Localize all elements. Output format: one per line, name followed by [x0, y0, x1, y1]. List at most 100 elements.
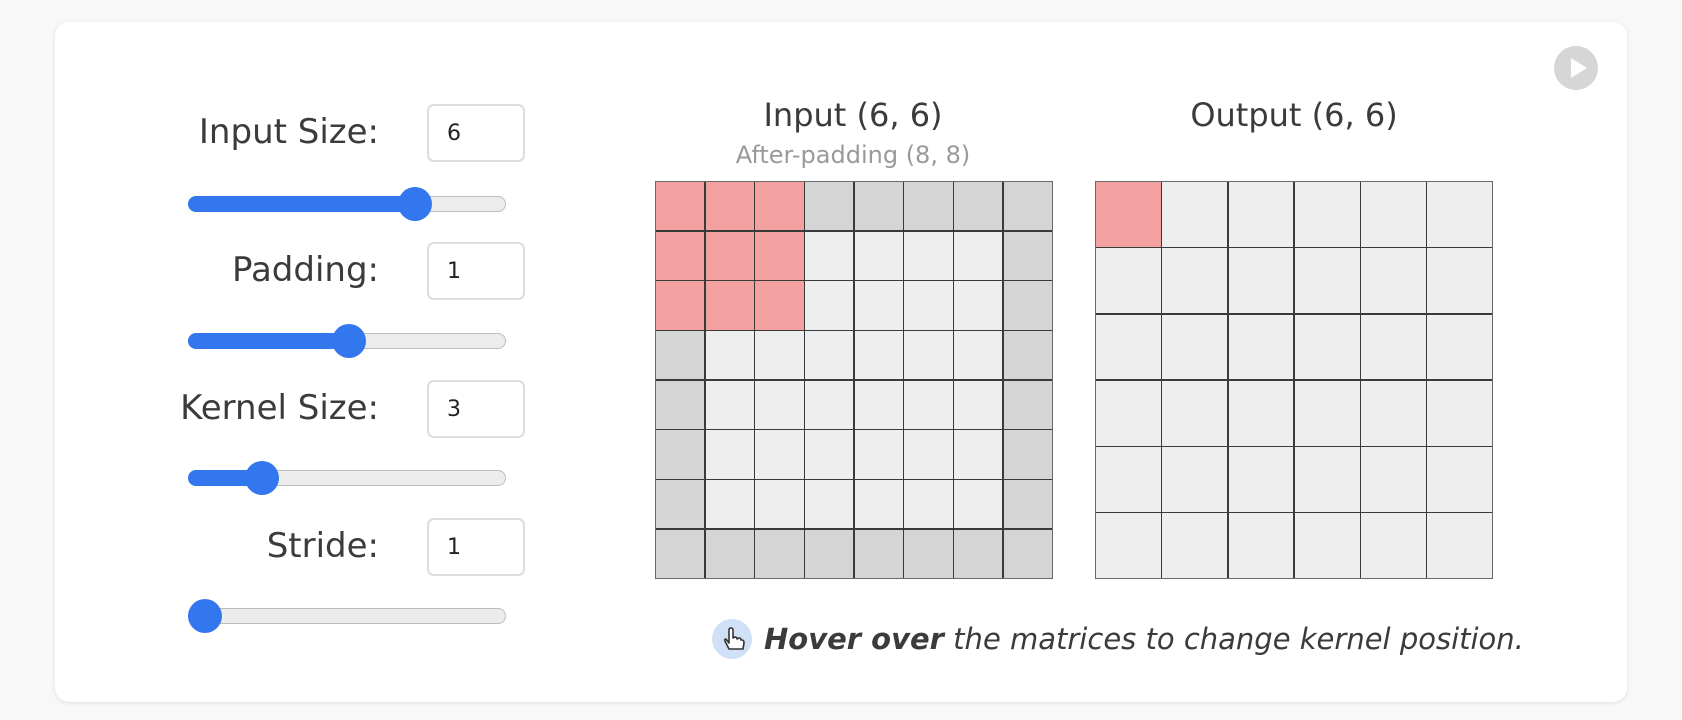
output-cell[interactable] — [1096, 182, 1161, 247]
play-button[interactable] — [1554, 46, 1598, 90]
output-cell[interactable] — [1162, 513, 1227, 578]
input-cell[interactable] — [854, 380, 903, 429]
output-cell[interactable] — [1162, 380, 1227, 446]
input-cell[interactable] — [904, 430, 953, 479]
output-cell[interactable] — [1294, 447, 1360, 512]
input-cell[interactable] — [805, 331, 854, 380]
input-cell[interactable] — [755, 480, 804, 529]
output-cell[interactable] — [1361, 447, 1426, 512]
input-cell[interactable] — [854, 430, 903, 479]
output-cell[interactable] — [1228, 380, 1294, 446]
output-cell[interactable] — [1096, 314, 1161, 380]
input-padding-cell[interactable] — [656, 331, 705, 380]
input-padding-cell[interactable] — [755, 529, 804, 578]
output-cell[interactable] — [1162, 447, 1227, 512]
input-padding-cell[interactable] — [656, 480, 705, 529]
input-padding-cell[interactable] — [805, 182, 854, 231]
output-cell[interactable] — [1294, 513, 1360, 578]
input-cell[interactable] — [805, 231, 854, 280]
output-cell[interactable] — [1294, 380, 1360, 446]
input-padding-cell[interactable] — [656, 231, 705, 280]
output-cell[interactable] — [1162, 182, 1227, 247]
input-cell[interactable] — [755, 331, 804, 380]
padding-slider[interactable] — [187, 324, 506, 358]
input-cell[interactable] — [954, 331, 1003, 380]
output-cell[interactable] — [1096, 248, 1161, 313]
input-cell[interactable] — [805, 281, 854, 330]
output-cell[interactable] — [1427, 314, 1492, 380]
output-cell[interactable] — [1228, 314, 1294, 380]
padding-field[interactable] — [427, 242, 525, 300]
input-padding-cell[interactable] — [656, 380, 705, 429]
input-padding-cell[interactable] — [904, 182, 953, 231]
input-cell[interactable] — [904, 380, 953, 429]
input-cell[interactable] — [755, 281, 804, 330]
input-cell[interactable] — [755, 380, 804, 429]
input-cell[interactable] — [705, 231, 754, 280]
output-matrix[interactable] — [1095, 181, 1493, 579]
input-padding-cell[interactable] — [656, 281, 705, 330]
input-cell[interactable] — [755, 231, 804, 280]
input-padding-cell[interactable] — [1003, 430, 1052, 479]
output-cell[interactable] — [1361, 513, 1426, 578]
input-cell[interactable] — [954, 430, 1003, 479]
input-cell[interactable] — [854, 480, 903, 529]
input-padding-cell[interactable] — [1003, 231, 1052, 280]
output-cell[interactable] — [1361, 380, 1426, 446]
input-cell[interactable] — [904, 331, 953, 380]
output-cell[interactable] — [1361, 314, 1426, 380]
input-cell[interactable] — [854, 281, 903, 330]
input-cell[interactable] — [854, 231, 903, 280]
input-padding-cell[interactable] — [854, 529, 903, 578]
output-cell[interactable] — [1228, 182, 1294, 247]
input-cell[interactable] — [805, 430, 854, 479]
input-padding-cell[interactable] — [656, 182, 705, 231]
input-padding-cell[interactable] — [656, 529, 705, 578]
input-padding-cell[interactable] — [1003, 281, 1052, 330]
input-cell[interactable] — [805, 380, 854, 429]
output-cell[interactable] — [1096, 380, 1161, 446]
input-cell[interactable] — [805, 480, 854, 529]
input-padding-cell[interactable] — [755, 182, 804, 231]
output-cell[interactable] — [1294, 248, 1360, 313]
input-size-field[interactable] — [427, 104, 525, 162]
output-cell[interactable] — [1361, 182, 1426, 247]
input-cell[interactable] — [954, 281, 1003, 330]
input-size-slider[interactable] — [187, 187, 506, 221]
input-cell[interactable] — [705, 281, 754, 330]
input-cell[interactable] — [954, 480, 1003, 529]
stride-slider[interactable] — [187, 599, 506, 633]
input-padding-cell[interactable] — [954, 182, 1003, 231]
input-cell[interactable] — [954, 380, 1003, 429]
output-cell[interactable] — [1228, 447, 1294, 512]
input-matrix[interactable] — [655, 181, 1053, 579]
output-cell[interactable] — [1294, 314, 1360, 380]
input-cell[interactable] — [904, 281, 953, 330]
kernel-size-slider[interactable] — [187, 461, 506, 495]
output-cell[interactable] — [1096, 447, 1161, 512]
input-cell[interactable] — [705, 480, 754, 529]
input-padding-cell[interactable] — [854, 182, 903, 231]
output-cell[interactable] — [1228, 513, 1294, 578]
input-padding-cell[interactable] — [656, 430, 705, 479]
input-cell[interactable] — [705, 380, 754, 429]
input-padding-cell[interactable] — [805, 529, 854, 578]
slider-thumb[interactable] — [331, 324, 366, 358]
output-cell[interactable] — [1427, 248, 1492, 313]
input-cell[interactable] — [954, 231, 1003, 280]
stride-field[interactable] — [427, 518, 525, 576]
output-cell[interactable] — [1228, 248, 1294, 313]
input-cell[interactable] — [854, 331, 903, 380]
output-cell[interactable] — [1361, 248, 1426, 313]
input-padding-cell[interactable] — [1003, 480, 1052, 529]
input-cell[interactable] — [904, 480, 953, 529]
output-cell[interactable] — [1427, 513, 1492, 578]
input-cell[interactable] — [755, 430, 804, 479]
input-padding-cell[interactable] — [1003, 380, 1052, 429]
slider-thumb[interactable] — [188, 599, 222, 633]
output-cell[interactable] — [1096, 513, 1161, 578]
slider-thumb[interactable] — [397, 187, 432, 221]
input-padding-cell[interactable] — [1003, 331, 1052, 380]
input-padding-cell[interactable] — [705, 529, 754, 578]
output-cell[interactable] — [1427, 182, 1492, 247]
